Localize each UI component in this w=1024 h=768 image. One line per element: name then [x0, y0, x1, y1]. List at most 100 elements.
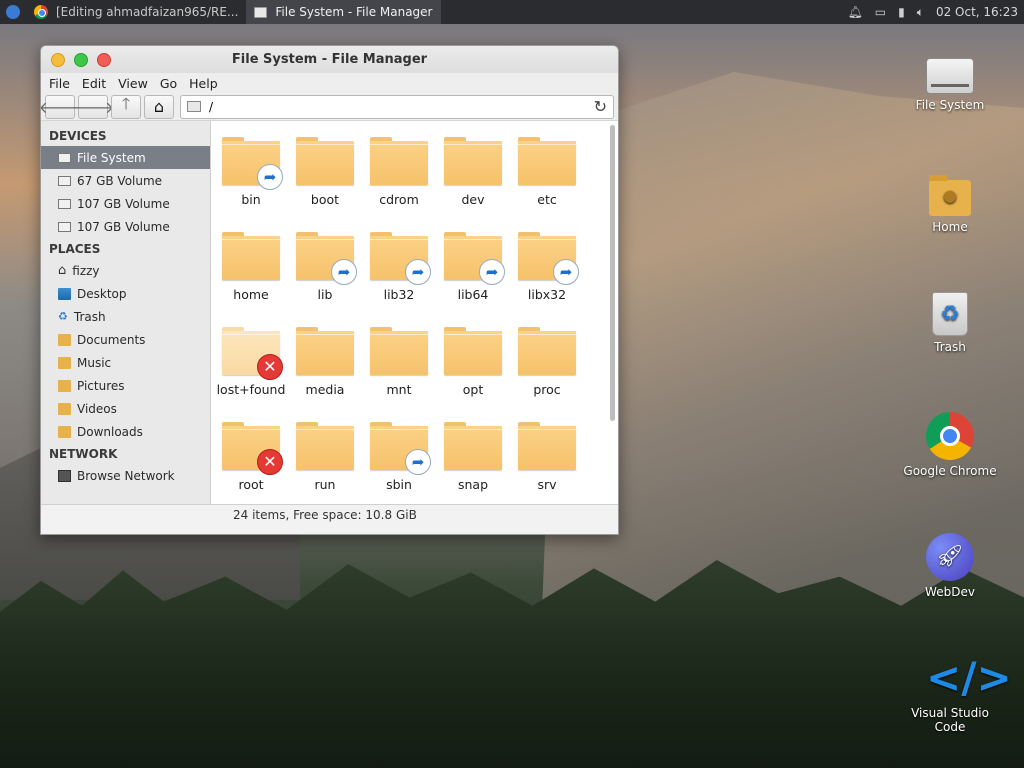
sidebar-item-label: Videos	[77, 401, 117, 416]
file-name: media	[305, 382, 345, 397]
vertical-scrollbar[interactable]	[610, 125, 615, 421]
sidebar-item-home[interactable]: ⌂ fizzy	[41, 259, 210, 282]
menu-file[interactable]: File	[43, 76, 76, 91]
desktop-icon-webdev[interactable]: 🚀︎ WebDev	[900, 533, 1000, 599]
menu-edit[interactable]: Edit	[76, 76, 112, 91]
sidebar-item-label: File System	[77, 150, 146, 165]
file-item[interactable]: home	[214, 228, 288, 323]
file-item[interactable]: media	[288, 323, 362, 418]
clock[interactable]: 02 Oct, 16:23	[936, 5, 1018, 19]
display-icon[interactable]: ▭	[875, 5, 886, 19]
symlink-arrow-icon: ➦	[405, 259, 431, 285]
no-access-icon: ✕	[257, 449, 283, 475]
file-item[interactable]: dev	[436, 133, 510, 228]
desktop-icon	[58, 287, 71, 300]
taskbar-item-file-manager[interactable]: File System - File Manager	[246, 0, 441, 24]
sidebar-item-music[interactable]: Music	[41, 351, 210, 374]
file-item[interactable]: ➦ lib64	[436, 228, 510, 323]
folder-icon: ➦	[222, 137, 283, 190]
sidebar-item-browse-network[interactable]: Browse Network	[41, 464, 210, 487]
sidebar-heading-places: PLACES	[49, 242, 101, 256]
desktop-icon-chrome[interactable]: Google Chrome	[900, 412, 1000, 478]
sidebar-item-label: Downloads	[77, 424, 143, 439]
sidebar-item-trash[interactable]: ♻ Trash	[41, 305, 210, 328]
file-name: snap	[457, 477, 489, 492]
battery-icon[interactable]: ▮	[898, 5, 905, 19]
trash-icon: ♻	[932, 292, 968, 336]
drive-icon	[58, 152, 71, 163]
file-item[interactable]: snap	[436, 418, 510, 504]
folder-icon	[296, 422, 354, 470]
file-item[interactable]: opt	[436, 323, 510, 418]
file-name: srv	[537, 477, 557, 492]
file-item[interactable]: ➦ sbin	[362, 418, 436, 504]
drive-icon	[58, 198, 71, 209]
taskbar-item-chrome[interactable]: [Editing ahmadfaizan965/RE...	[26, 0, 246, 24]
minimize-button[interactable]	[51, 52, 65, 67]
sidebar-item-label: Trash	[73, 309, 106, 324]
sidebar-item-volume-67[interactable]: 67 GB Volume	[41, 169, 210, 192]
sidebar-item-label: Desktop	[77, 286, 127, 301]
taskbar-label: File System - File Manager	[275, 5, 433, 19]
file-name: lost+found	[216, 382, 286, 397]
maximize-button[interactable]	[74, 52, 88, 67]
file-name: etc	[537, 192, 557, 207]
file-name: opt	[462, 382, 484, 397]
desktop-icon-trash[interactable]: ♻ Trash	[900, 292, 1000, 354]
desktop-icon-vscode[interactable]: </> Visual Studio Code	[900, 653, 1012, 735]
file-name: boot	[310, 192, 340, 207]
sidebar-item-videos[interactable]: Videos	[41, 397, 210, 420]
file-name: proc	[533, 382, 561, 397]
chrome-icon	[34, 5, 48, 19]
sidebar-item-file-system[interactable]: File System	[41, 146, 210, 169]
forward-button[interactable]: 🡒	[72, 94, 114, 119]
file-item[interactable]: ➦ lib	[288, 228, 362, 323]
file-item[interactable]: ➦ lib32	[362, 228, 436, 323]
file-item[interactable]: mnt	[362, 323, 436, 418]
file-item[interactable]: cdrom	[362, 133, 436, 228]
sidebar-item-downloads[interactable]: Downloads	[41, 420, 210, 443]
menu-help[interactable]: Help	[183, 76, 224, 91]
back-button[interactable]: 🡐	[41, 94, 81, 119]
file-item[interactable]: run	[288, 418, 362, 504]
desktop-icon-label: Trash	[934, 340, 966, 354]
close-button[interactable]	[97, 52, 111, 67]
sidebar-item-desktop[interactable]: Desktop	[41, 282, 210, 305]
file-item[interactable]: ✕ root	[214, 418, 288, 504]
sidebar-item-pictures[interactable]: Pictures	[41, 374, 210, 397]
menu-view[interactable]: View	[112, 76, 154, 91]
notification-bell-icon[interactable]: 🔔︎	[848, 5, 863, 19]
file-name: home	[233, 287, 269, 302]
file-item[interactable]: srv	[510, 418, 584, 504]
volume-icon[interactable]: 🔈︎	[917, 5, 924, 20]
file-item[interactable]: ✕ lost+found	[214, 323, 288, 418]
location-path: /	[209, 99, 214, 114]
trash-icon: ♻	[58, 309, 68, 323]
file-item[interactable]: proc	[510, 323, 584, 418]
file-item[interactable]: ➦ bin	[214, 133, 288, 228]
sidebar: DEVICES File System 67 GB Volume 107 GB …	[41, 121, 211, 504]
desktop-icon-file-system[interactable]: File System	[900, 50, 1000, 112]
sidebar-item-label: 107 GB Volume	[77, 196, 170, 211]
rocket-icon: 🚀︎	[926, 533, 974, 581]
location-bar[interactable]: / ↻	[180, 94, 614, 119]
sidebar-item-volume-107b[interactable]: 107 GB Volume	[41, 215, 210, 238]
folder-icon	[296, 137, 354, 185]
home-button[interactable]: ⌂	[144, 94, 174, 119]
up-button[interactable]: 🡑	[111, 94, 141, 119]
menu-go[interactable]: Go	[154, 76, 183, 91]
file-name: cdrom	[379, 192, 419, 207]
sidebar-item-documents[interactable]: Documents	[41, 328, 210, 351]
whisker-menu-button[interactable]	[0, 0, 26, 24]
file-item[interactable]: ➦ libx32	[510, 228, 584, 323]
file-item[interactable]: etc	[510, 133, 584, 228]
drive-icon	[58, 221, 71, 232]
folder-icon: ✕	[222, 422, 283, 475]
vscode-icon: </>	[926, 653, 1012, 702]
reload-icon[interactable]: ↻	[594, 97, 607, 116]
desktop-icon-home[interactable]: Home	[900, 172, 1000, 234]
titlebar[interactable]: File System - File Manager	[41, 46, 618, 73]
sidebar-item-volume-107a[interactable]: 107 GB Volume	[41, 192, 210, 215]
file-item[interactable]: boot	[288, 133, 362, 228]
file-view[interactable]: ➦ bin boot cdrom dev etc home ➦ lib ➦ lib32 ➦ lib64 ➦…	[211, 121, 618, 504]
